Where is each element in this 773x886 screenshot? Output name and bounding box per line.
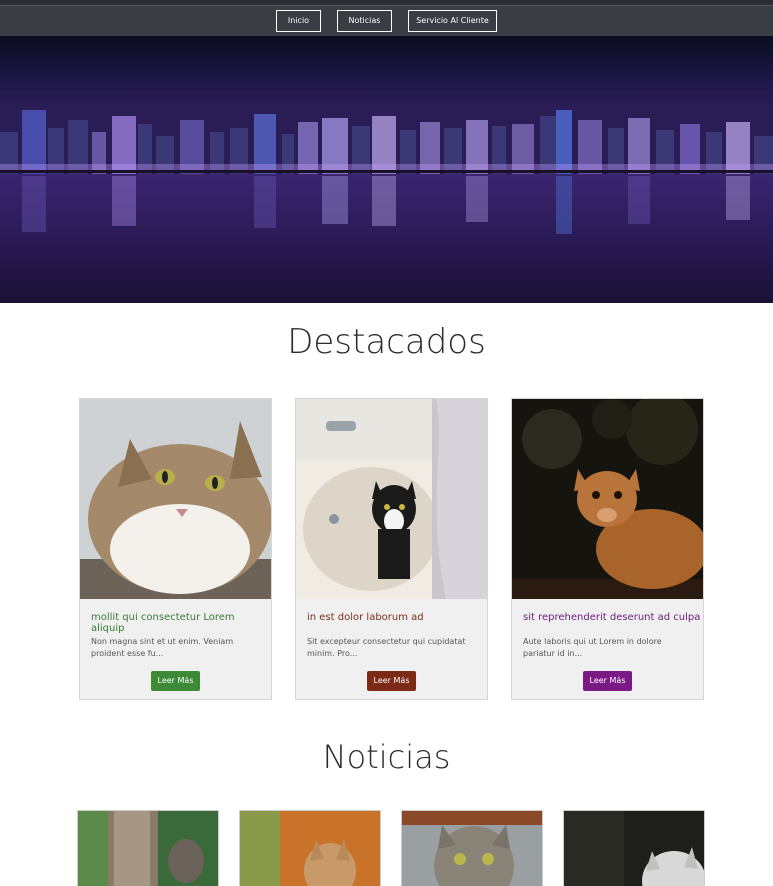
card-title[interactable]: mollit qui consectetur Lorem aliquip xyxy=(91,612,271,634)
nav-top-line xyxy=(0,5,773,6)
news-card-image[interactable] xyxy=(77,810,219,886)
news-section-title: Noticias xyxy=(322,738,451,776)
card-excerpt: Non magna sint et ut enim. Veniam proide… xyxy=(91,637,234,658)
read-more-button[interactable]: Leer Más xyxy=(366,671,417,691)
nav-link-servicio-al-cliente[interactable]: Servicio Al Cliente xyxy=(408,10,497,32)
nav-link-inicio[interactable]: Inicio xyxy=(276,10,321,32)
city-skyline-image xyxy=(0,36,773,303)
read-more-button[interactable]: Leer Más xyxy=(582,671,633,691)
featured-section-title: Destacados xyxy=(287,322,486,362)
card-title[interactable]: sit reprehenderit deserunt ad culpa xyxy=(523,612,700,623)
news-card-image[interactable] xyxy=(401,810,543,886)
main-nav: Inicio Noticias Servicio Al Cliente xyxy=(0,10,773,32)
card-excerpt: Aute laboris qui ut Lorem in dolore pari… xyxy=(523,637,662,658)
read-more-button[interactable]: Leer Más xyxy=(150,671,201,691)
card-excerpt: Sit excepteur consectetur qui cupidatat … xyxy=(307,637,466,658)
nav-link-noticias[interactable]: Noticias xyxy=(337,10,392,32)
card-image-fluffy-cat xyxy=(80,399,271,599)
card-image-cat-in-bathtub xyxy=(296,399,487,599)
news-card-image[interactable] xyxy=(239,810,381,886)
featured-card: mollit qui consectetur Lorem aliquip Non… xyxy=(79,398,272,700)
news-card-image[interactable] xyxy=(563,810,705,886)
featured-card: sit reprehenderit deserunt ad culpa Aute… xyxy=(511,398,704,700)
hero-banner xyxy=(0,36,773,303)
card-title[interactable]: in est dolor laborum ad xyxy=(307,612,424,623)
card-image-orange-cat-night xyxy=(512,399,703,599)
featured-card: in est dolor laborum ad Sit excepteur co… xyxy=(295,398,488,700)
top-nav-bar: Inicio Noticias Servicio Al Cliente xyxy=(0,0,773,36)
